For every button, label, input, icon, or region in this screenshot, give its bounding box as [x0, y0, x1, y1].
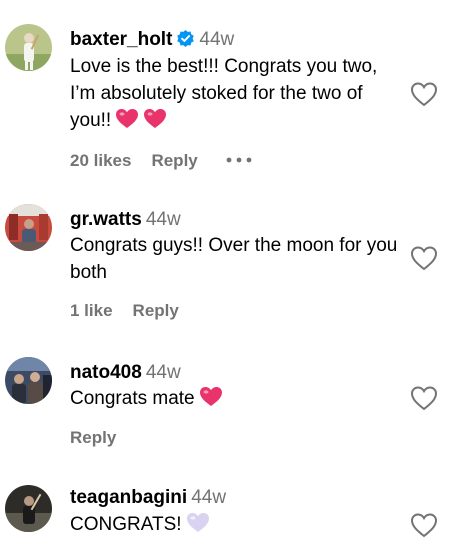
- like-heart-icon[interactable]: [410, 512, 438, 538]
- comment-username[interactable]: nato408: [70, 362, 142, 383]
- comment-username[interactable]: teaganbagini: [70, 487, 187, 508]
- likes-count[interactable]: 1 like: [70, 301, 113, 320]
- reply-button[interactable]: Reply: [151, 151, 197, 170]
- reply-button[interactable]: Reply: [133, 301, 179, 320]
- comment-item: gr.watts 44w Congrats guys!! Over the moo…: [0, 180, 454, 340]
- avatar[interactable]: [5, 357, 52, 404]
- avatar[interactable]: [5, 204, 52, 251]
- reply-button[interactable]: Reply: [70, 428, 116, 447]
- comment-text-content: Congrats mate: [70, 388, 195, 409]
- comment-item: teaganbagini 44w CONGRATS!: [0, 461, 454, 547]
- like-heart-icon[interactable]: [410, 245, 438, 271]
- more-options-icon[interactable]: [226, 147, 252, 169]
- heart-emoji: [199, 386, 223, 415]
- comment-header: gr.watts 44w: [70, 208, 181, 232]
- comment-text: Congrats guys!! Over the moon for you bo…: [70, 232, 400, 286]
- comment-item: baxter_holt 44w Love is the best!!! Congr…: [0, 0, 454, 180]
- comment-text-content: Congrats guys!! Over the moon for you bo…: [70, 235, 398, 283]
- comment-header: teaganbagini 44w: [70, 486, 226, 510]
- comment-username[interactable]: baxter_holt: [70, 29, 172, 50]
- comment-meta: Reply: [70, 427, 116, 449]
- comment-header: nato408 44w: [70, 361, 181, 385]
- comment-timestamp: 44w: [145, 362, 181, 383]
- comment-meta: 1 like Reply: [70, 300, 179, 322]
- avatar[interactable]: [5, 485, 52, 532]
- comment-timestamp: 44w: [145, 209, 181, 230]
- comment-text: Love is the best!!! Congrats you two, I’…: [70, 53, 400, 137]
- comment-username[interactable]: gr.watts: [70, 209, 142, 230]
- likes-count[interactable]: 20 likes: [70, 151, 131, 170]
- avatar[interactable]: [5, 24, 52, 71]
- comment-item: nato408 44w Congrats mate Reply: [0, 333, 454, 473]
- comment-text: CONGRATS!: [70, 511, 400, 541]
- heart-emoji: [115, 108, 139, 137]
- comment-timestamp: 44w: [191, 487, 227, 508]
- comment-text: Congrats mate: [70, 385, 400, 415]
- verified-badge-icon: [176, 29, 195, 55]
- comment-meta: 20 likes Reply: [70, 147, 252, 172]
- white-heart-emoji: [186, 512, 210, 541]
- heart-emoji: [143, 108, 167, 137]
- like-heart-icon[interactable]: [410, 385, 438, 411]
- comment-header: baxter_holt 44w: [70, 28, 234, 55]
- like-heart-icon[interactable]: [410, 81, 438, 107]
- comment-text-content: CONGRATS!: [70, 514, 182, 535]
- comment-timestamp: 44w: [199, 29, 235, 50]
